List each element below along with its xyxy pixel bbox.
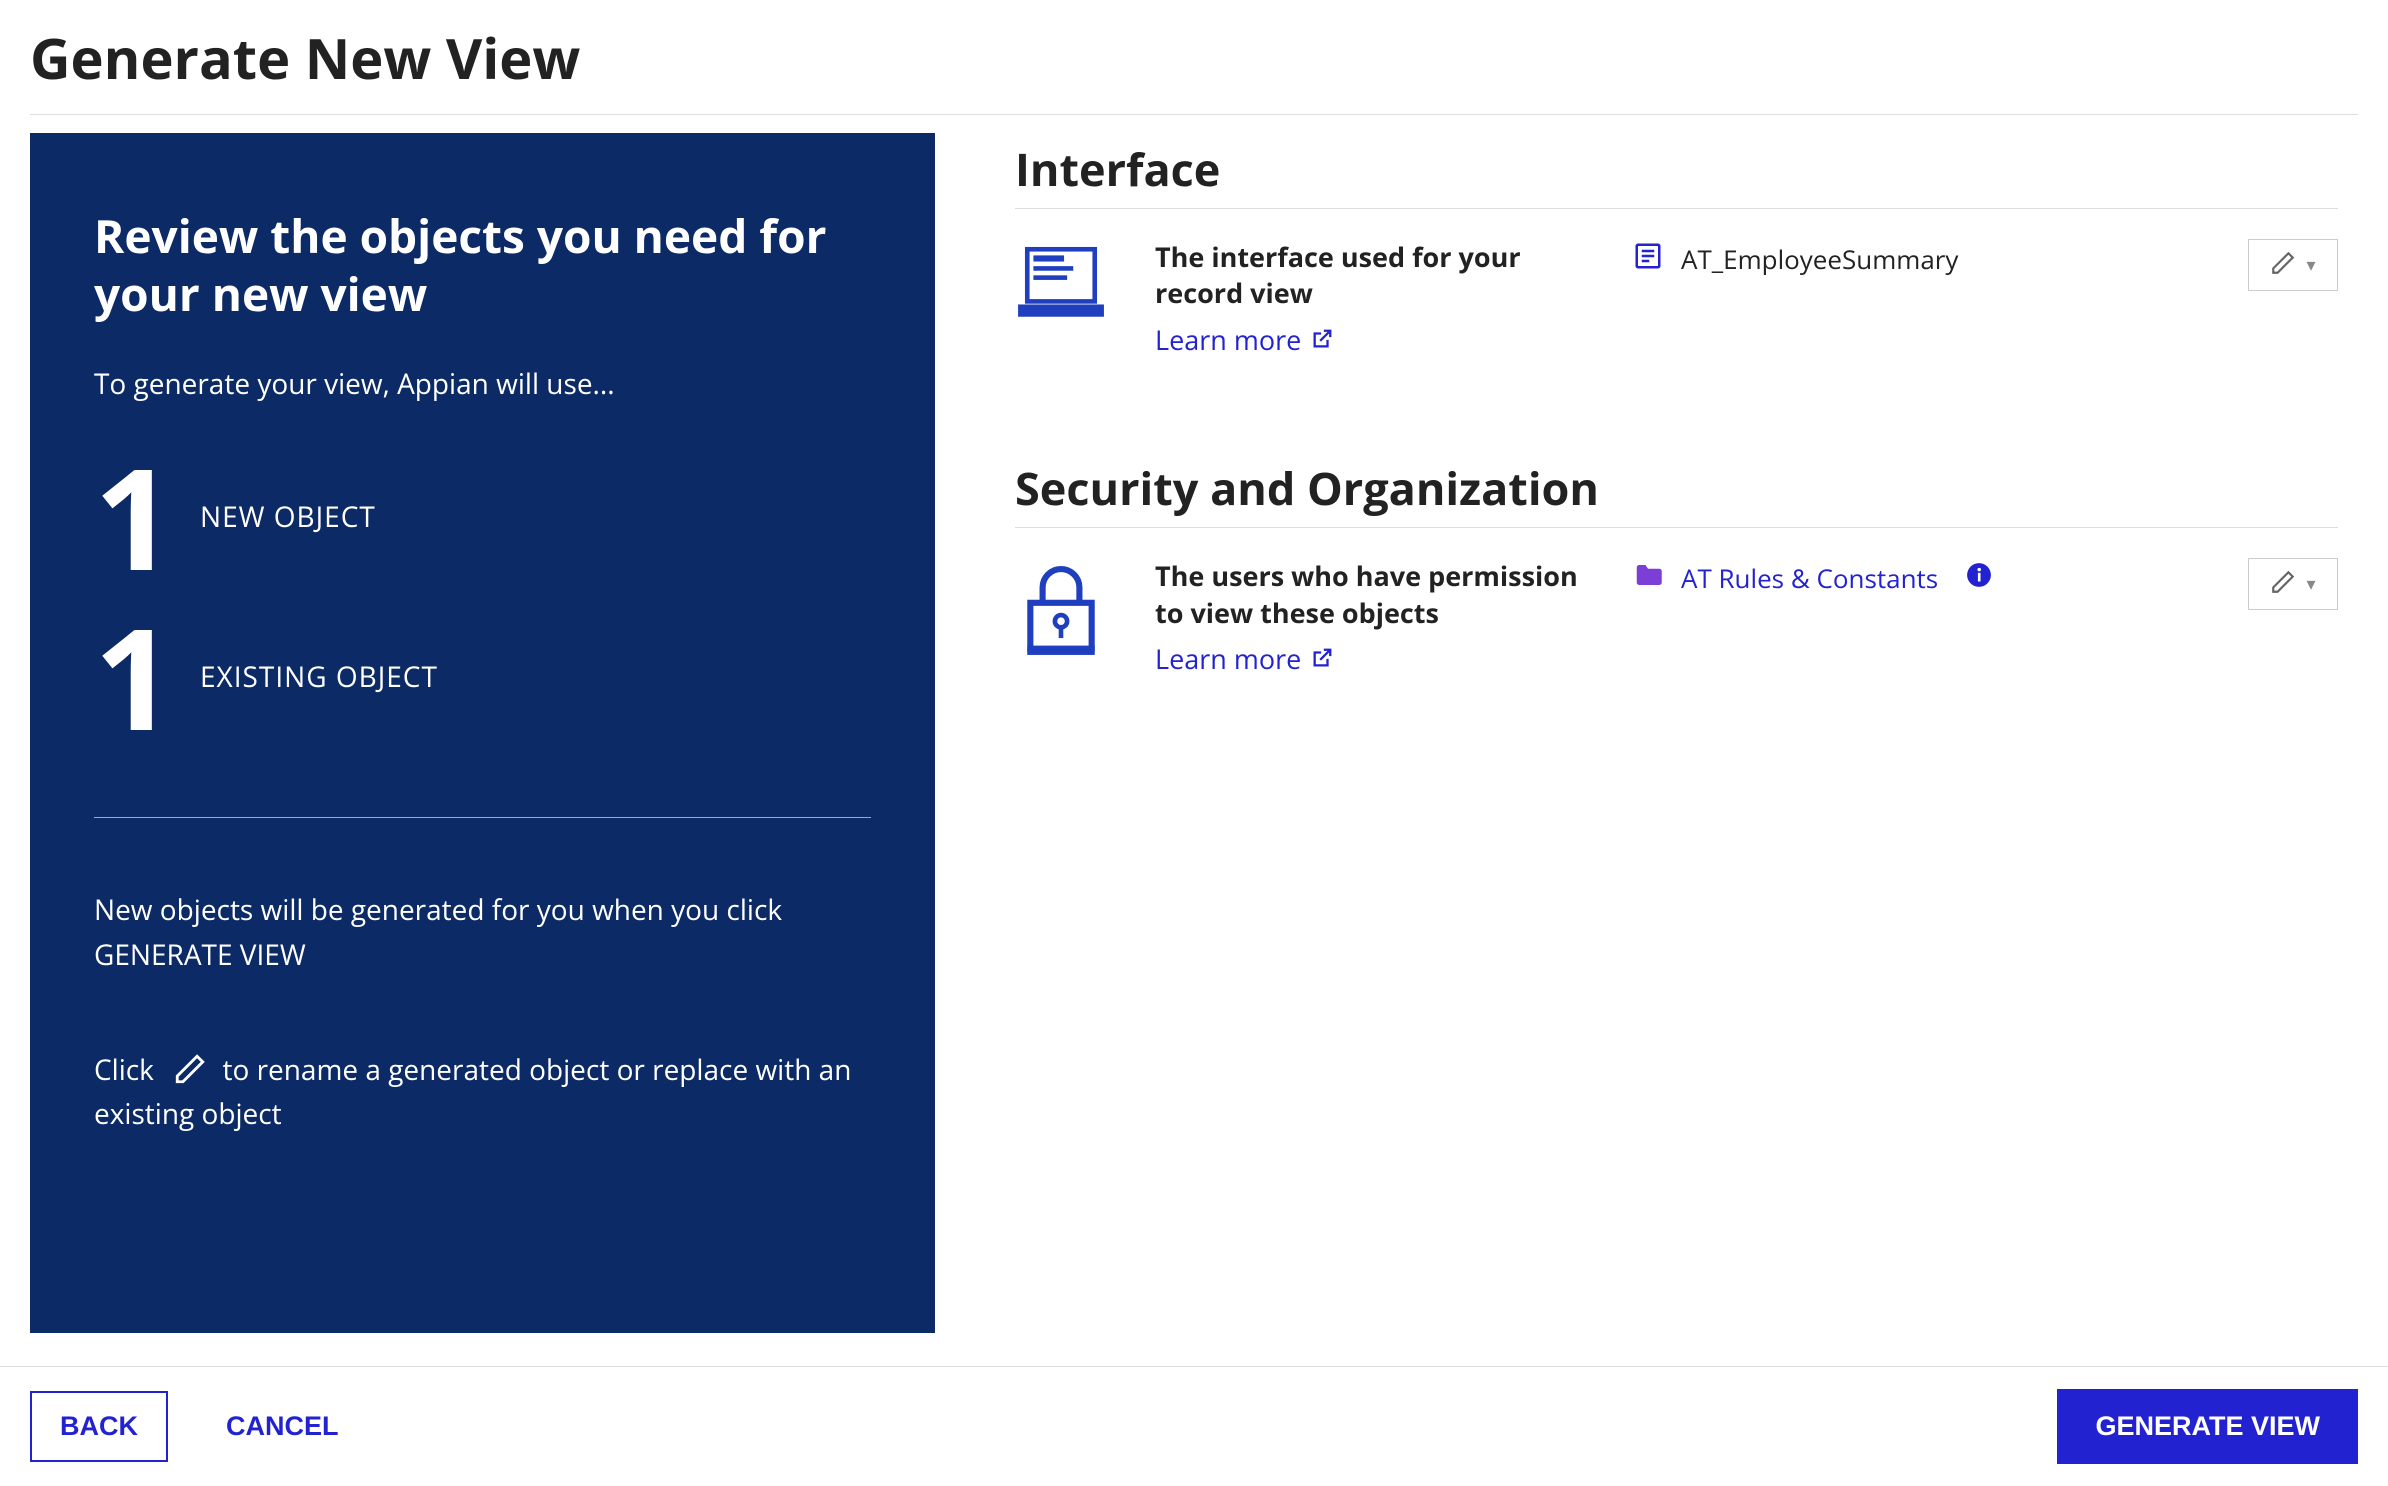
lock-icon	[1015, 558, 1107, 667]
existing-object-label: EXISTING OBJECT	[200, 658, 438, 696]
security-section-title: Security and Organization	[1015, 458, 2338, 519]
interface-learn-more-link[interactable]: Learn more	[1155, 322, 1333, 358]
external-link-icon	[1311, 322, 1333, 358]
new-object-count-row: 1 NEW OBJECT	[94, 447, 871, 587]
security-divider	[1015, 527, 2338, 528]
chevron-down-icon: ▾	[2306, 572, 2315, 596]
security-edit-dropdown[interactable]: ▾	[2248, 558, 2338, 610]
chevron-down-icon: ▾	[2306, 253, 2315, 277]
review-divider	[94, 817, 871, 818]
security-learn-more-text: Learn more	[1155, 641, 1301, 677]
interface-value-text: AT_EmployeeSummary	[1681, 241, 1958, 277]
rename-prefix: Click	[94, 1051, 154, 1089]
folder-icon	[1633, 560, 1663, 598]
security-description: The users who have permission to view th…	[1155, 558, 1585, 677]
title-divider	[30, 114, 2358, 115]
security-value: AT Rules & Constants	[1633, 558, 2200, 598]
new-object-count: 1	[94, 447, 164, 587]
interface-value: AT_EmployeeSummary	[1633, 239, 2200, 279]
pencil-icon	[2270, 250, 2296, 281]
security-value-link[interactable]: AT Rules & Constants	[1681, 560, 1938, 596]
rename-note: Click to rename a generated object or re…	[94, 1048, 871, 1138]
security-desc-text: The users who have permission to view th…	[1155, 557, 1578, 630]
interface-desc-text: The interface used for your record view	[1155, 238, 1521, 311]
footer-left: BACK CANCEL	[30, 1391, 367, 1462]
review-panel: Review the objects you need for your new…	[30, 133, 935, 1333]
interface-edit-dropdown[interactable]: ▾	[2248, 239, 2338, 291]
generate-view-button[interactable]: GENERATE VIEW	[2057, 1389, 2358, 1464]
cancel-button[interactable]: CANCEL	[198, 1393, 367, 1460]
footer-bar: BACK CANCEL GENERATE VIEW	[0, 1366, 2388, 1486]
pencil-icon	[2270, 569, 2296, 600]
form-icon	[1633, 241, 1663, 279]
review-heading: Review the objects you need for your new…	[94, 208, 871, 323]
right-panel: Interface The interface used for your re…	[1015, 133, 2358, 1333]
laptop-icon	[1015, 239, 1107, 328]
existing-object-count: 1	[94, 607, 164, 747]
pencil-icon	[171, 1051, 222, 1089]
info-icon[interactable]	[1966, 560, 1992, 596]
review-subtitle: To generate your view, Appian will use..…	[94, 365, 871, 403]
security-learn-more-link[interactable]: Learn more	[1155, 641, 1333, 677]
security-row: The users who have permission to view th…	[1015, 558, 2338, 677]
existing-object-count-row: 1 EXISTING OBJECT	[94, 607, 871, 747]
new-object-label: NEW OBJECT	[200, 498, 376, 536]
interface-divider	[1015, 208, 2338, 209]
interface-row: The interface used for your record view …	[1015, 239, 2338, 358]
page-title: Generate New View	[30, 20, 2358, 114]
interface-learn-more-text: Learn more	[1155, 322, 1301, 358]
back-button[interactable]: BACK	[30, 1391, 168, 1462]
generate-note: New objects will be generated for you wh…	[94, 888, 871, 978]
external-link-icon	[1311, 641, 1333, 677]
interface-description: The interface used for your record view …	[1155, 239, 1585, 358]
interface-section-title: Interface	[1015, 139, 2338, 200]
